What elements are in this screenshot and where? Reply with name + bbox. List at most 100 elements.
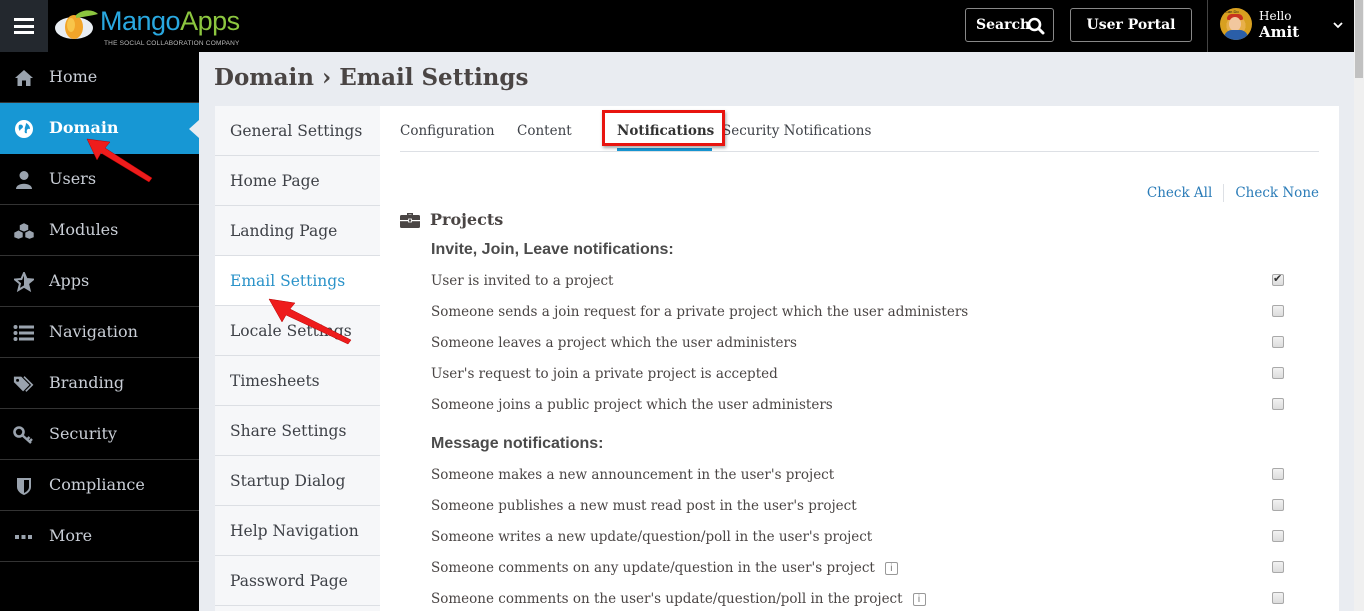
notification-row: User is invited to a project (431, 272, 1284, 304)
home-icon (13, 68, 35, 88)
sidebar-item-navigation[interactable]: Navigation (0, 307, 199, 358)
notification-checkbox[interactable] (1272, 561, 1284, 573)
check-all-link[interactable]: Check All (1147, 185, 1212, 201)
notification-label: Someone publishes a new must read post i… (431, 498, 857, 514)
tab-configuration[interactable]: Configuration (400, 123, 495, 139)
notification-checkbox[interactable] (1272, 530, 1284, 542)
notification-checkbox[interactable] (1272, 468, 1284, 480)
notification-row: Someone makes a new announcement in the … (431, 467, 1284, 498)
globe-icon (13, 119, 35, 139)
subnav-item-email-settings[interactable]: Email Settings (215, 256, 380, 306)
ellipsis-icon (13, 527, 35, 547)
mango-logo-icon (55, 10, 98, 39)
notification-label: Someone comments on any update/question … (431, 560, 875, 576)
chevron-down-icon[interactable] (1332, 20, 1344, 30)
notification-label: Someone comments on the user's update/qu… (431, 591, 903, 607)
greeting: Hello (1259, 9, 1292, 23)
star-icon (13, 272, 35, 292)
notification-row: Someone sends a join request for a priva… (431, 304, 1284, 335)
subnav-item-startup-dialog[interactable]: Startup Dialog (215, 456, 380, 506)
sidebar-item-apps[interactable]: Apps (0, 256, 199, 307)
sidebar-item-branding[interactable]: Branding (0, 358, 199, 409)
subnav-item-home-page[interactable]: Home Page (215, 156, 380, 206)
user-menu[interactable]: Can Do Hello Amit (1218, 6, 1354, 46)
notification-row: Someone comments on any update/question … (431, 560, 1284, 591)
notification-checkbox[interactable] (1272, 272, 1284, 286)
tab-content[interactable]: Content (517, 123, 572, 139)
subnav-item-password-page[interactable]: Password Page (215, 556, 380, 606)
sidebar-item-security[interactable]: Security (0, 409, 199, 460)
check-none-link[interactable]: Check None (1235, 185, 1319, 201)
section-projects: Projects (400, 210, 503, 229)
info-icon[interactable]: i (912, 593, 926, 606)
sidebar: Home Domain Users Modules Apps Navigatio… (0, 52, 199, 611)
group-heading-invite-join-leave: Invite, Join, Leave notifications: (431, 241, 674, 258)
section-title: Projects (430, 210, 504, 229)
notification-checkbox[interactable] (1272, 367, 1284, 379)
notification-checkbox[interactable] (1272, 336, 1284, 348)
notification-label: Someone sends a join request for a priva… (431, 304, 969, 320)
subnav-item-landing-page[interactable]: Landing Page (215, 206, 380, 256)
breadcrumb: Domain › Email Settings (214, 64, 529, 91)
user-icon (13, 170, 35, 190)
search-icon (1027, 17, 1045, 35)
sidebar-item-home[interactable]: Home (0, 52, 199, 103)
notification-row: Someone joins a public project which the… (431, 397, 1284, 428)
logo-tagline: THE SOCIAL COLLABORATION COMPANY (104, 40, 240, 47)
tab-bar: Configuration Content Notifications Secu… (400, 106, 1319, 152)
list-icon (13, 323, 35, 343)
subnav-item-timesheets[interactable]: Timesheets (215, 356, 380, 406)
notification-row: Someone comments on the user's update/qu… (431, 591, 1284, 611)
notification-row: Someone writes a new update/question/pol… (431, 529, 1284, 560)
key-icon (13, 425, 35, 445)
info-icon[interactable]: i (884, 562, 898, 575)
tag-icon (13, 374, 35, 394)
logo-text: MangoApps (100, 6, 240, 36)
divider (1207, 0, 1208, 52)
notification-label: User is invited to a project (431, 273, 614, 289)
tab-security-notifications[interactable]: Security Notifications (722, 123, 871, 139)
user-name: Amit (1259, 23, 1300, 41)
sidebar-item-compliance[interactable]: Compliance (0, 460, 199, 511)
sidebar-item-domain[interactable]: Domain (0, 103, 199, 154)
notification-checkbox[interactable] (1272, 398, 1284, 410)
subnav-item-share-settings[interactable]: Share Settings (215, 406, 380, 456)
notification-row: User's request to join a private project… (431, 366, 1284, 397)
mangoapps-logo[interactable]: MangoApps THE SOCIAL COLLABORATION COMPA… (54, 4, 244, 50)
notification-label: Someone leaves a project which the user … (431, 335, 797, 351)
scrollbar-thumb[interactable] (1355, 0, 1363, 78)
cubes-icon (13, 221, 35, 241)
sidebar-item-more[interactable]: More (0, 511, 199, 562)
top-bar: MangoApps THE SOCIAL COLLABORATION COMPA… (0, 0, 1354, 52)
menu-toggle-button[interactable] (0, 0, 48, 52)
notification-checkbox[interactable] (1272, 592, 1284, 604)
sidebar-item-modules[interactable]: Modules (0, 205, 199, 256)
notification-label: Someone joins a public project which the… (431, 397, 833, 413)
briefcase-icon (400, 212, 420, 228)
user-portal-button[interactable]: User Portal (1070, 8, 1192, 42)
content-panel: Configuration Content Notifications Secu… (380, 106, 1339, 611)
shield-icon (13, 476, 35, 496)
notification-label: Someone makes a new announcement in the … (431, 467, 835, 483)
page-scrollbar[interactable] (1354, 0, 1364, 611)
hamburger-icon (14, 18, 34, 34)
tab-notifications[interactable]: Notifications (617, 123, 714, 139)
notification-row: Someone publishes a new must read post i… (431, 498, 1284, 529)
notification-label: Someone writes a new update/question/pol… (431, 529, 873, 545)
notification-checkbox[interactable] (1272, 305, 1284, 317)
subnav-item-general-settings[interactable]: General Settings (215, 106, 380, 156)
notification-checkbox[interactable] (1272, 499, 1284, 511)
subnav-item-help-navigation[interactable]: Help Navigation (215, 506, 380, 556)
notification-row: Someone leaves a project which the user … (431, 335, 1284, 366)
group-heading-message: Message notifications: (431, 435, 604, 452)
search-button[interactable]: Search (965, 8, 1054, 42)
divider (1223, 184, 1225, 202)
notification-label: User's request to join a private project… (431, 366, 778, 382)
check-links: Check All Check None (1147, 184, 1319, 202)
search-label: Search (976, 17, 1031, 33)
sidebar-item-users[interactable]: Users (0, 154, 199, 205)
subnav-item-locale-settings[interactable]: Locale Settings (215, 306, 380, 356)
settings-subnav: General Settings Home Page Landing Page … (215, 106, 380, 611)
avatar: Can Do (1220, 8, 1252, 40)
active-tab-indicator (617, 148, 712, 151)
